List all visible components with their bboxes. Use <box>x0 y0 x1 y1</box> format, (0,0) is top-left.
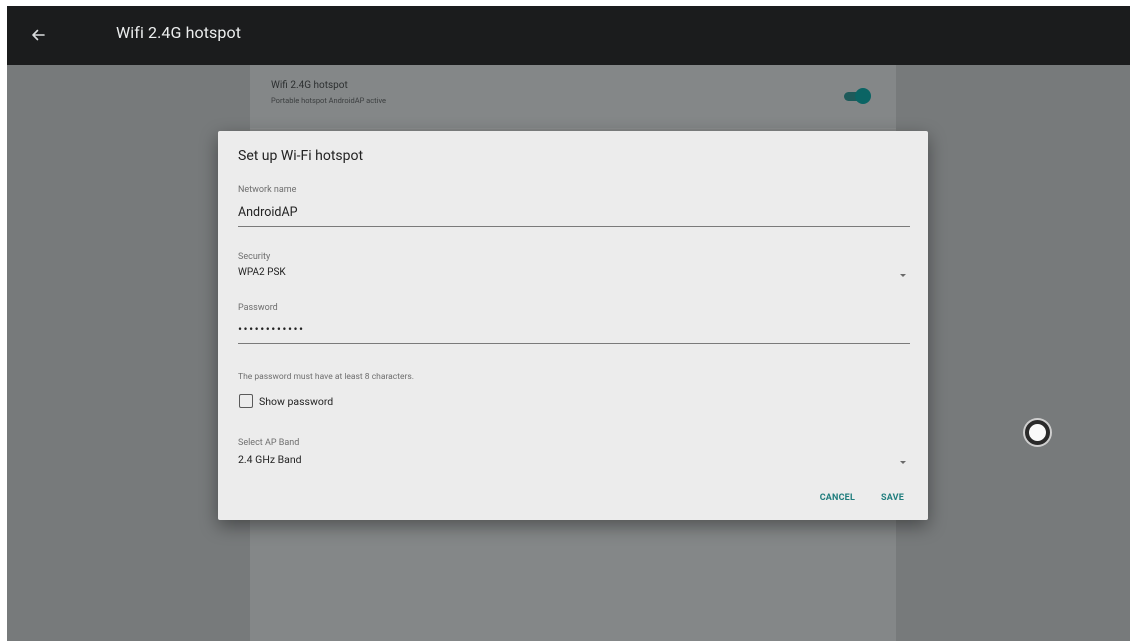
network-name-underline <box>238 226 910 227</box>
network-name-field[interactable]: AndroidAP <box>238 205 297 220</box>
password-field[interactable]: •••••••••••• <box>238 322 305 336</box>
ap-band-dropdown-icon[interactable] <box>900 461 906 464</box>
hotspot-preference-row[interactable]: Wifi 2.4G hotspot Portable hotspot Andro… <box>250 65 896 129</box>
arrow-left-icon[interactable] <box>27 24 49 46</box>
dialog-title: Set up Wi-Fi hotspot <box>238 148 364 164</box>
show-password-checkbox[interactable] <box>239 394 253 408</box>
screen: Wifi 2.4G hotspot Wifi 2.4G hotspot Port… <box>7 6 1130 641</box>
hotspot-setup-dialog: Set up Wi-Fi hotspot Network name Androi… <box>218 131 928 520</box>
app-bar-title: Wifi 2.4G hotspot <box>116 23 242 42</box>
security-label: Security <box>238 252 271 262</box>
dialog-actions: CANCEL SAVE <box>794 493 904 503</box>
hotspot-toggle[interactable] <box>842 87 872 105</box>
ap-band-label: Select AP Band <box>238 438 300 448</box>
save-button[interactable]: SAVE <box>881 493 904 503</box>
password-hint: The password must have at least 8 charac… <box>238 372 415 382</box>
preference-summary: Portable hotspot AndroidAP active <box>271 96 387 105</box>
ap-band-select[interactable]: 2.4 GHz Band <box>238 453 302 466</box>
app-bar: Wifi 2.4G hotspot <box>7 6 1130 65</box>
preference-title: Wifi 2.4G hotspot <box>271 80 348 91</box>
toggle-thumb <box>855 88 871 104</box>
network-name-label: Network name <box>238 185 297 195</box>
security-select[interactable]: WPA2 PSK <box>238 267 286 278</box>
security-dropdown-icon[interactable] <box>900 274 906 277</box>
password-label: Password <box>238 303 278 313</box>
pointer-cursor-icon <box>1025 420 1050 445</box>
password-underline <box>238 343 910 344</box>
show-password-label[interactable]: Show password <box>259 395 333 408</box>
cancel-button[interactable]: CANCEL <box>820 493 855 503</box>
